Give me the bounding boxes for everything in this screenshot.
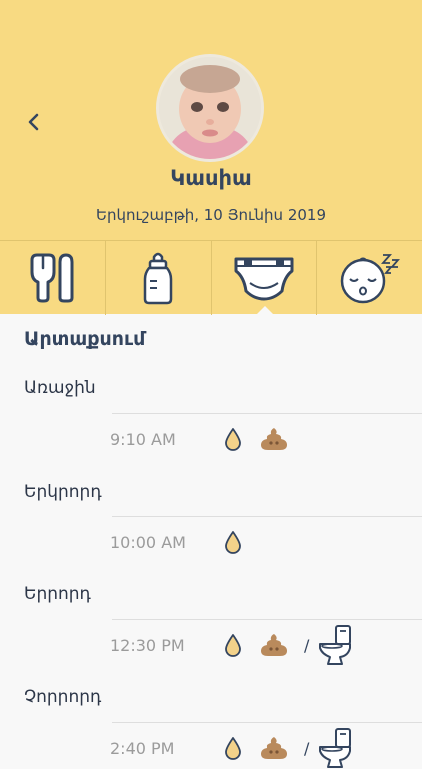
profile-header: Կասիա Երկուշաբթի, 10 Յունիս 2019 [0,0,422,315]
divider [112,516,422,517]
divider [112,413,422,414]
tab-sleep[interactable] [317,241,422,315]
entry-time: 9:10 AM [110,430,176,449]
diaper-icon [234,257,294,301]
avatar [156,54,264,162]
entry-label: Երրորդ [24,584,91,604]
tab-feeding[interactable] [0,241,106,315]
drop-icon [225,531,241,554]
bottle-icon [143,252,173,305]
section-title: Արտաքսում [24,328,146,350]
chevron-left-icon [28,113,39,131]
poop-icon [261,737,287,759]
divider [112,722,422,723]
drop-icon [225,428,241,451]
entry-label: Չորրորդ [24,687,102,707]
entry-time: 2:40 PM [110,739,175,758]
entry-time: 10:00 AM [110,533,186,552]
drop-icon [225,737,241,760]
poop-icon [261,634,287,656]
baby-name: Կասիա [170,166,252,190]
sleep-icon [340,254,400,304]
back-button[interactable] [22,108,46,136]
poop-icon [261,428,287,450]
baby-photo [159,57,261,159]
separator: / [304,636,310,655]
feeding-icon [30,253,74,303]
drop-icon [225,634,241,657]
tab-bottle[interactable] [106,241,212,315]
toilet-icon [319,625,351,665]
category-tabs [0,240,422,315]
divider [112,619,422,620]
tab-diaper[interactable] [212,241,318,315]
toilet-icon [319,728,351,768]
entry-time: 12:30 PM [110,636,185,655]
entry-label: Առաջին [24,378,96,398]
current-date: Երկուշաբթի, 10 Յունիս 2019 [96,206,326,224]
entries-panel: Արտաքսում Առաջին 9:10 AM Երկրորդ 10:00 A… [0,314,422,768]
separator: / [304,739,310,758]
entry-label: Երկրորդ [24,482,102,502]
